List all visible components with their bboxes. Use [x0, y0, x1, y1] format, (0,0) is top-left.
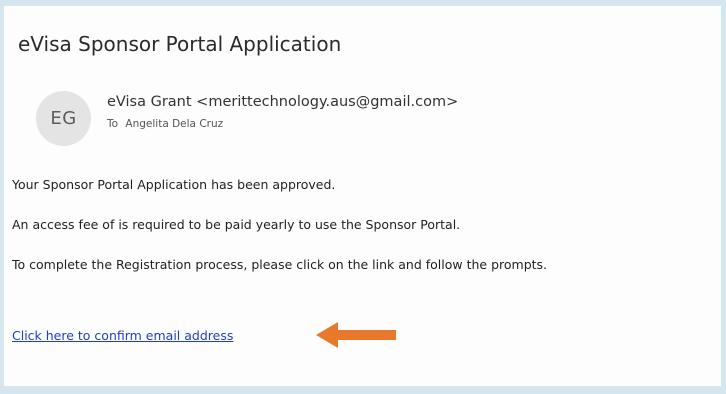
- email-message: eVisa Sponsor Portal Application EG eVis…: [4, 6, 721, 386]
- arrow-shape: [316, 322, 396, 348]
- body-line-approved: Your Sponsor Portal Application has been…: [12, 177, 336, 192]
- body-line-instructions: To complete the Registration process, pl…: [12, 257, 548, 272]
- avatar-initials: EG: [50, 108, 77, 129]
- body-line-access-fee: An access fee of is required to be paid …: [12, 217, 461, 232]
- sender-name: eVisa Grant <merittechnology.aus@gmail.c…: [107, 94, 459, 110]
- confirm-email-link[interactable]: Click here to confirm email address: [12, 328, 233, 343]
- recipient-name: Angelita Dela Cruz: [125, 118, 224, 130]
- left-arrow-icon: [316, 322, 396, 348]
- sender-avatar: EG: [36, 91, 91, 146]
- email-subject: eVisa Sponsor Portal Application: [18, 32, 342, 56]
- to-label: To: [107, 118, 119, 130]
- recipient-line: To Angelita Dela Cruz: [107, 118, 223, 130]
